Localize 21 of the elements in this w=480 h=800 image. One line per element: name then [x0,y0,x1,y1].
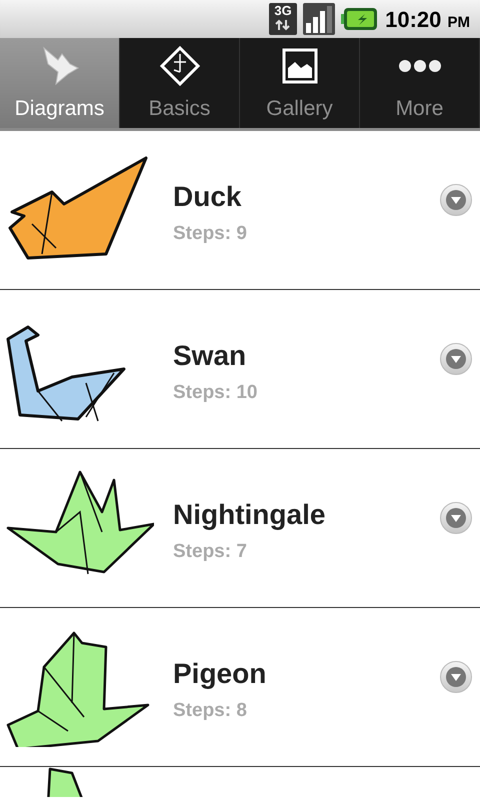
tab[interactable]: Diagrams [0,38,120,128]
more-icon [398,59,442,73]
network-type: 3G [274,3,292,19]
battery-icon [341,8,378,30]
dropdown-button[interactable] [440,343,472,375]
step-count: Steps: 8 [173,698,248,723]
step-count: Steps: 10 [173,380,258,405]
image-icon [282,48,318,84]
dropdown-button[interactable] [440,184,472,216]
step-count: Steps: 9 [173,222,248,246]
dropdown-button[interactable] [440,502,472,534]
diamond-icon [160,46,200,86]
dropdown-button[interactable] [440,661,472,693]
step-count: Steps: 7 [173,540,248,564]
item-title: Swan [173,338,248,373]
clock: 10:20 PM [385,6,470,34]
data-arrows-icon [274,19,292,31]
item-title: Nightingale [173,498,326,532]
signal-icon [303,3,336,35]
item-title: Duck [173,180,242,214]
item-title: Pigeon [173,656,268,691]
